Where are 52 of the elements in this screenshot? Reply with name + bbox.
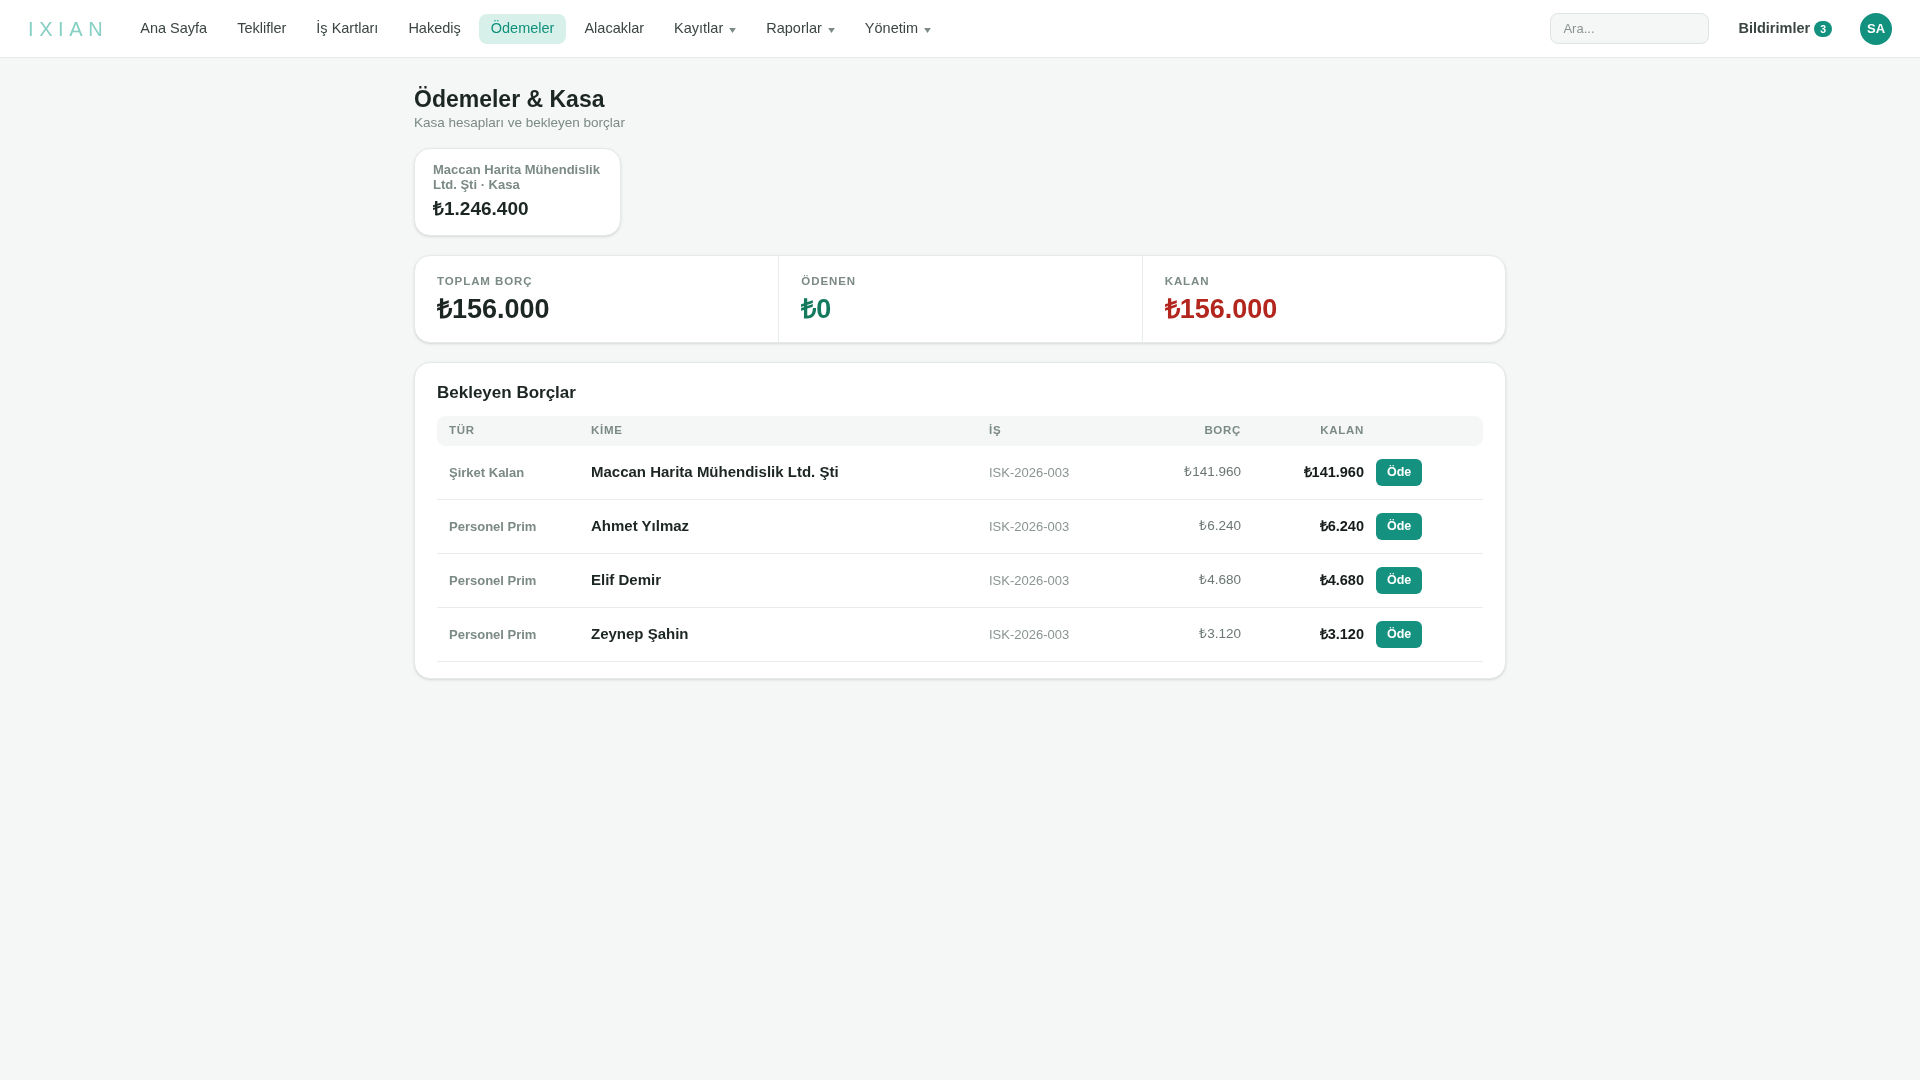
nav-link[interactable]: Teklifler [225,13,299,44]
column-header: KALAN [1320,423,1365,439]
summary-value: ₺156.000 [1164,293,1279,326]
column-header: BORÇ [1204,423,1242,439]
column-header: İŞ [988,423,1003,439]
column-header: TÜR [448,423,476,439]
nav-link[interactable]: Alacaklar [572,13,657,44]
debt-cell-text: ₺6.240 [1199,517,1242,536]
debt-cell-text: ₺4.680 [1199,571,1242,590]
recipient-cell-text: Elif Demir [590,570,663,591]
section-title: Bekleyen Borçlar [437,382,577,404]
pay-button[interactable]: Öde [1376,567,1423,594]
remaining-cell-text: ₺141.960 [1303,462,1365,482]
type-cell-text: Personel Prim [448,517,538,536]
nav-link[interactable]: Yönetim [852,13,944,44]
job-cell-text: ISK-2026-003 [988,571,1071,590]
job-cell-text: ISK-2026-003 [988,625,1071,644]
notification-count: 3 [1814,20,1832,37]
recipient-cell-text: Zeynep Şahin [590,624,690,645]
debt-cell-text: ₺3.120 [1199,625,1242,644]
remaining-cell-text: ₺6.240 [1319,516,1365,536]
remaining-cell-text: ₺4.680 [1319,570,1365,590]
nav-link[interactable]: Raporlar [754,13,847,44]
account-name: Maccan Harita Mühendislik Ltd. Şti · Kasa [433,162,601,192]
debt-cell-text: ₺141.960 [1184,463,1242,482]
summary-label: TOPLAM BORÇ [437,274,534,288]
nav-link[interactable]: Hakediş [396,13,473,44]
type-cell-text: Personel Prim [448,571,538,590]
recipient-cell-text: Ahmet Yılmaz [590,516,691,537]
type-cell-text: Personel Prim [448,625,538,644]
recipient-cell-text: Maccan Harita Mühendislik Ltd. Şti [590,462,840,483]
type-cell-text: Şirket Kalan [448,463,526,482]
page-title: Ödemeler & Kasa [414,85,606,114]
nav-link[interactable]: Kayıtlar [662,13,749,44]
account-balance: ₺1.246.400 [433,197,530,221]
user-avatar[interactable]: SA [1860,12,1892,45]
pay-button[interactable]: Öde [1376,459,1423,486]
search-field[interactable]: Ara... [1550,13,1710,44]
nav-link[interactable]: Ana Sayfa [128,13,220,44]
summary-value: ₺156.000 [437,293,551,326]
job-cell-text: ISK-2026-003 [988,463,1071,482]
job-cell-text: ISK-2026-003 [988,517,1071,536]
notifications-link[interactable]: Bildirimler [1738,17,1811,40]
summary-label: KALAN [1164,274,1211,288]
remaining-cell-text: ₺3.120 [1319,624,1365,644]
page-subtitle: Kasa hesapları ve bekleyen borçlar [414,114,626,132]
nav-link[interactable]: İş Kartları [304,13,391,44]
summary-value: ₺0 [801,293,833,326]
summary-label: ÖDENEN [801,274,858,288]
column-header: KİME [590,423,624,439]
pay-button[interactable]: Öde [1376,513,1423,540]
pay-button[interactable]: Öde [1376,621,1423,648]
